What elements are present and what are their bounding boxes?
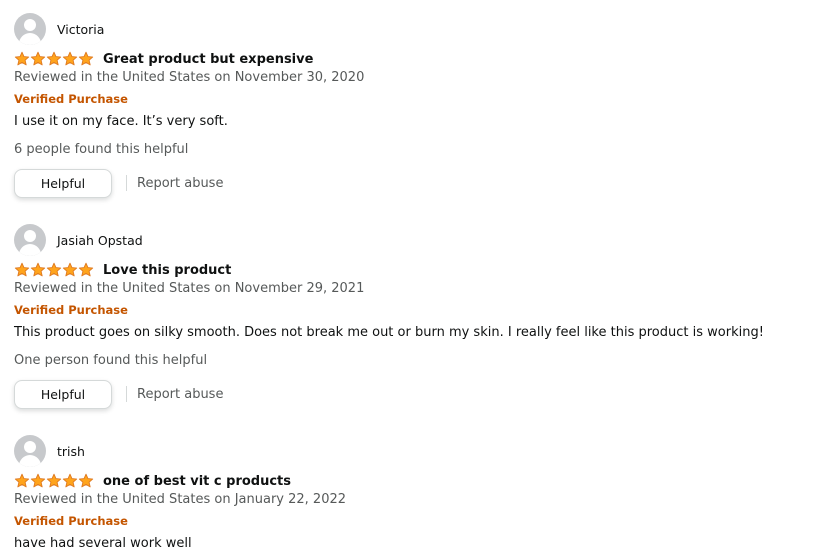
review-date: Reviewed in the United States on Novembe…: [14, 70, 365, 85]
review-card: Victoria Great product but expensive Rev…: [14, 13, 814, 203]
review-body: This product goes on silky smooth. Does …: [14, 325, 764, 340]
report-abuse-link[interactable]: Report abuse: [137, 176, 223, 191]
star-icon: [62, 51, 78, 66]
star-icon: [14, 473, 30, 488]
review-date: Reviewed in the United States on January…: [14, 492, 347, 507]
helpful-button[interactable]: Helpful: [14, 168, 112, 198]
review-body: have had several work well: [14, 536, 192, 551]
star-icon: [30, 262, 46, 277]
star-icon: [30, 51, 46, 66]
star-icon: [78, 262, 94, 277]
star-icon: [14, 51, 30, 66]
star-icon: [46, 473, 62, 488]
helpful-count: 6 people found this helpful: [14, 142, 189, 157]
rating-row: Love this product: [14, 261, 231, 279]
review-body: I use it on my face. It’s very soft.: [14, 114, 228, 129]
star-icon: [46, 262, 62, 277]
review-card: Jasiah Opstad Love this product Reviewed…: [14, 224, 814, 414]
star-rating[interactable]: [14, 51, 94, 67]
reviewer-name: trish: [57, 443, 85, 459]
reviewer-profile[interactable]: Victoria: [14, 13, 104, 45]
reviewer-name: Victoria: [57, 21, 105, 37]
divider: [126, 386, 127, 402]
review-actions: Helpful Report abuse: [14, 168, 223, 198]
star-rating[interactable]: [14, 473, 94, 489]
avatar: [14, 435, 46, 467]
review-card: trish one of best vit c products Reviewe…: [14, 435, 814, 560]
star-icon: [62, 262, 78, 277]
star-icon: [14, 262, 30, 277]
reviewer-name: Jasiah Opstad: [57, 232, 143, 248]
review-title[interactable]: Great product but expensive: [103, 52, 313, 67]
reviewer-profile[interactable]: trish: [14, 435, 85, 467]
verified-purchase-badge: Verified Purchase: [14, 303, 128, 317]
review-title[interactable]: Love this product: [103, 263, 231, 278]
star-icon: [78, 51, 94, 66]
rating-row: one of best vit c products: [14, 472, 291, 490]
divider: [126, 175, 127, 191]
review-title[interactable]: one of best vit c products: [103, 474, 291, 489]
star-icon: [78, 473, 94, 488]
star-icon: [30, 473, 46, 488]
star-icon: [46, 51, 62, 66]
review-date: Reviewed in the United States on Novembe…: [14, 281, 365, 296]
reviewer-profile[interactable]: Jasiah Opstad: [14, 224, 143, 256]
avatar: [14, 13, 46, 45]
review-actions: Helpful Report abuse: [14, 379, 223, 409]
report-abuse-link[interactable]: Report abuse: [137, 387, 223, 402]
helpful-count: One person found this helpful: [14, 353, 208, 368]
star-icon: [62, 473, 78, 488]
avatar: [14, 224, 46, 256]
rating-row: Great product but expensive: [14, 50, 313, 68]
verified-purchase-badge: Verified Purchase: [14, 514, 128, 528]
helpful-button[interactable]: Helpful: [14, 379, 112, 409]
star-rating[interactable]: [14, 262, 94, 278]
verified-purchase-badge: Verified Purchase: [14, 92, 128, 106]
